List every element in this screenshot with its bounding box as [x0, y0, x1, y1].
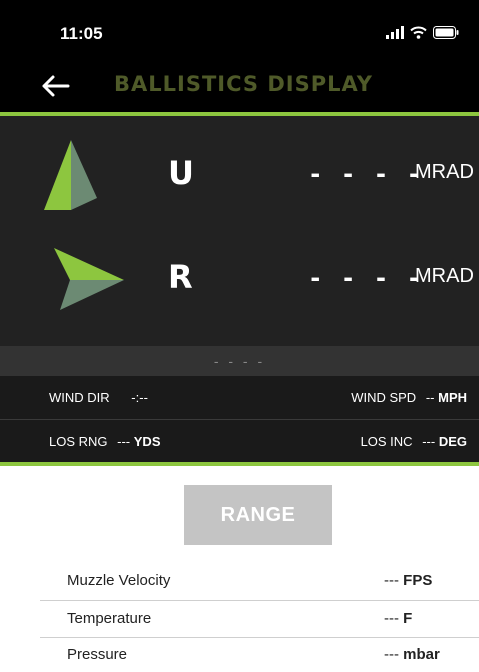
temperature-number: ---: [384, 610, 399, 627]
list-item-muzzle-velocity: Muzzle Velocity --- FPS: [0, 566, 479, 598]
conditions-panel: WIND DIR -:-- WIND SPD -- MPH LOS RNG --…: [0, 376, 479, 462]
muzzle-velocity-label: Muzzle Velocity: [67, 572, 171, 589]
pressure-label: Pressure: [67, 646, 128, 663]
arrow-right-icon: [54, 248, 124, 310]
wind-spd-label: WIND SPD: [351, 390, 417, 405]
adjustment-panel: U - - - - MRAD R - - - - MRAD: [0, 116, 479, 346]
wind-spd-value: --: [425, 390, 435, 405]
status-icons: [386, 24, 459, 40]
conditions-bottom-border: [0, 462, 479, 466]
pressure-unit: mbar: [403, 646, 440, 663]
status-bar: 11:05: [0, 0, 479, 58]
range-button[interactable]: RANGE: [184, 485, 332, 545]
wind-dir-value: -:--: [131, 390, 148, 405]
los-rng-value: ---: [117, 434, 131, 449]
wind-dir-label: WIND DIR: [49, 390, 110, 405]
windage-axis-label: R: [168, 258, 193, 296]
battery-icon: [433, 25, 459, 39]
elevation-value: - - - -: [308, 160, 424, 188]
elevation-row: U - - - - MRAD: [0, 136, 479, 226]
elevation-unit: MRAD: [415, 161, 474, 183]
conditions-divider: [0, 419, 479, 420]
los-rng: LOS RNG --- YDS: [49, 434, 161, 449]
muzzle-velocity-unit: FPS: [403, 572, 433, 589]
wind-spd: WIND SPD -- MPH: [351, 390, 467, 405]
temperature-value: --- F: [384, 610, 412, 627]
pressure-value: --- mbar: [384, 646, 440, 663]
wind-dir: WIND DIR -:--: [49, 390, 148, 405]
los-inc: LOS INC --- DEG: [361, 434, 467, 449]
wind-spd-unit: MPH: [438, 390, 467, 405]
los-rng-label: LOS RNG: [49, 434, 108, 449]
list-divider: [40, 637, 479, 638]
list-divider: [40, 600, 479, 601]
pressure-number: ---: [384, 646, 399, 663]
back-button[interactable]: [40, 72, 74, 100]
temperature-unit: F: [403, 610, 413, 627]
elevation-axis-label: U: [168, 154, 194, 192]
temperature-label: Temperature: [67, 610, 152, 627]
list-item-temperature: Temperature --- F: [0, 604, 479, 636]
muzzle-velocity-value: --- FPS: [384, 572, 432, 589]
los-inc-label: LOS INC: [360, 434, 413, 449]
los-rng-unit: YDS: [133, 434, 161, 449]
arrow-left-icon: [42, 75, 70, 97]
status-strip-text: - - - -: [213, 353, 266, 369]
arrow-up-icon: [44, 140, 97, 210]
windage-unit: MRAD: [415, 265, 474, 287]
list-item-pressure: Pressure --- mbar: [0, 640, 479, 672]
los-inc-unit: DEG: [438, 434, 467, 449]
status-time: 11:05: [60, 24, 103, 43]
windage-row: R - - - - MRAD: [0, 244, 479, 334]
muzzle-velocity-number: ---: [384, 572, 399, 589]
wifi-icon: [410, 26, 427, 39]
windage-value: - - - -: [308, 264, 424, 292]
los-inc-value: ---: [422, 434, 436, 449]
status-strip: - - - -: [0, 346, 479, 376]
signal-icon: [386, 25, 404, 39]
app-header: BALLISTICS DISPLAY: [0, 58, 479, 112]
page-title: BALLISTICS DISPLAY: [114, 72, 373, 96]
